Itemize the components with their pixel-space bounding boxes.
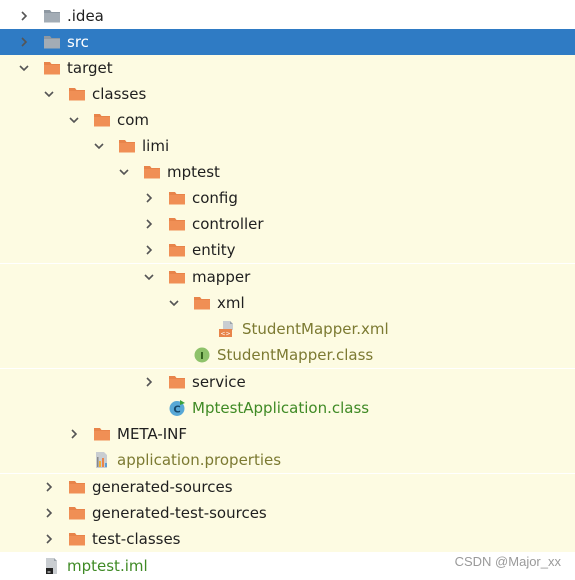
folder-orange-icon [118, 137, 136, 155]
interface-class-icon: I [193, 346, 211, 364]
tree-row-label: mptest.iml [67, 557, 148, 575]
folder-orange-icon [93, 425, 111, 443]
tree-row-config[interactable]: config [0, 185, 575, 211]
tree-row-label: target [67, 59, 113, 77]
tree-row-label: limi [142, 137, 170, 155]
chevron-down-icon[interactable] [41, 86, 57, 102]
chevron-down-icon[interactable] [116, 164, 132, 180]
tree-row-studentmapper-xml[interactable]: <> StudentMapper.xml [0, 316, 575, 342]
tree-row-generated-test-sources[interactable]: generated-test-sources [0, 500, 575, 526]
svg-text:I: I [200, 351, 204, 362]
folder-orange-icon [68, 85, 86, 103]
tree-row-meta-inf[interactable]: META-INF [0, 421, 575, 447]
folder-orange-icon [93, 111, 111, 129]
tree-row-label: src [67, 33, 89, 51]
chevron-right-icon[interactable] [66, 426, 82, 442]
tree-row-label: StudentMapper.class [217, 346, 374, 364]
chevron-down-icon[interactable] [166, 295, 182, 311]
folder-orange-icon [193, 294, 211, 312]
tree-row-mptestapplication-class[interactable]: C MptestApplication.class [0, 395, 575, 421]
tree-row-label: config [192, 189, 238, 207]
folder-orange-icon [68, 478, 86, 496]
chevron-right-icon[interactable] [141, 242, 157, 258]
chevron-right-icon[interactable] [41, 479, 57, 495]
folder-orange-icon [168, 215, 186, 233]
tree-row-label: controller [192, 215, 264, 233]
tree-row-label: generated-test-sources [92, 504, 267, 522]
tree-row-label: MptestApplication.class [192, 399, 370, 417]
watermark: CSDN @Major_xx [454, 554, 561, 569]
tree-row-limi[interactable]: limi [0, 133, 575, 159]
tree-row-service[interactable]: service [0, 369, 575, 395]
tree-row-test-classes[interactable]: test-classes [0, 526, 575, 552]
chevron-right-icon[interactable] [141, 216, 157, 232]
tree-row-mptest[interactable]: mptest [0, 159, 575, 185]
folder-gray-icon [43, 33, 61, 51]
tree-row--idea[interactable]: .idea [0, 3, 575, 29]
folder-orange-icon [168, 268, 186, 286]
tree-row-label: generated-sources [92, 478, 233, 496]
tree-row-label: application.properties [117, 451, 282, 469]
chevron-right-icon[interactable] [141, 190, 157, 206]
tree-row-label: xml [217, 294, 245, 312]
tree-row-mapper[interactable]: mapper [0, 264, 575, 290]
tree-row-entity[interactable]: entity [0, 237, 575, 263]
chevron-right-icon[interactable] [41, 531, 57, 547]
folder-orange-icon [168, 241, 186, 259]
tree-row-label: test-classes [92, 530, 181, 548]
tree-row-generated-sources[interactable]: generated-sources [0, 474, 575, 500]
chevron-right-icon[interactable] [16, 34, 32, 50]
tree-row-label: mptest [167, 163, 220, 181]
tree-row-label: .idea [67, 7, 104, 25]
tree-row-label: classes [92, 85, 147, 103]
svg-text:C: C [173, 405, 180, 416]
tree-row-com[interactable]: com [0, 107, 575, 133]
folder-orange-icon [68, 504, 86, 522]
chevron-down-icon[interactable] [66, 112, 82, 128]
class-file-icon: C [168, 399, 186, 417]
properties-file-icon [93, 451, 111, 469]
tree-row-studentmapper-class[interactable]: I StudentMapper.class [0, 342, 575, 368]
chevron-right-icon[interactable] [41, 505, 57, 521]
tree-row-target[interactable]: target [0, 55, 575, 81]
folder-orange-icon [68, 530, 86, 548]
tree-row-label: entity [192, 241, 236, 259]
folder-orange-icon [168, 373, 186, 391]
folder-gray-icon [43, 7, 61, 25]
tree-row-application-properties[interactable]: application.properties [0, 447, 575, 473]
folder-orange-icon [43, 59, 61, 77]
tree-row-label: META-INF [117, 425, 188, 443]
tree-row-xml[interactable]: xml [0, 290, 575, 316]
svg-text:<>: <> [220, 331, 230, 338]
chevron-right-icon[interactable] [141, 374, 157, 390]
chevron-down-icon[interactable] [141, 269, 157, 285]
xml-file-icon: <> [218, 320, 236, 338]
tree-row-controller[interactable]: controller [0, 211, 575, 237]
folder-orange-icon [143, 163, 161, 181]
tree-row-label: com [117, 111, 150, 129]
tree-row-classes[interactable]: classes [0, 81, 575, 107]
chevron-down-icon[interactable] [91, 138, 107, 154]
iml-file-icon [43, 557, 61, 575]
chevron-down-icon[interactable] [16, 60, 32, 76]
tree-row-src[interactable]: src [0, 29, 575, 55]
tree-row-label: service [192, 373, 246, 391]
folder-orange-icon [168, 189, 186, 207]
tree-row-label: mapper [192, 268, 251, 286]
chevron-right-icon[interactable] [16, 8, 32, 24]
project-tree: .idea src target classes com limi mptest config… [0, 0, 575, 580]
tree-row-label: StudentMapper.xml [242, 320, 389, 338]
